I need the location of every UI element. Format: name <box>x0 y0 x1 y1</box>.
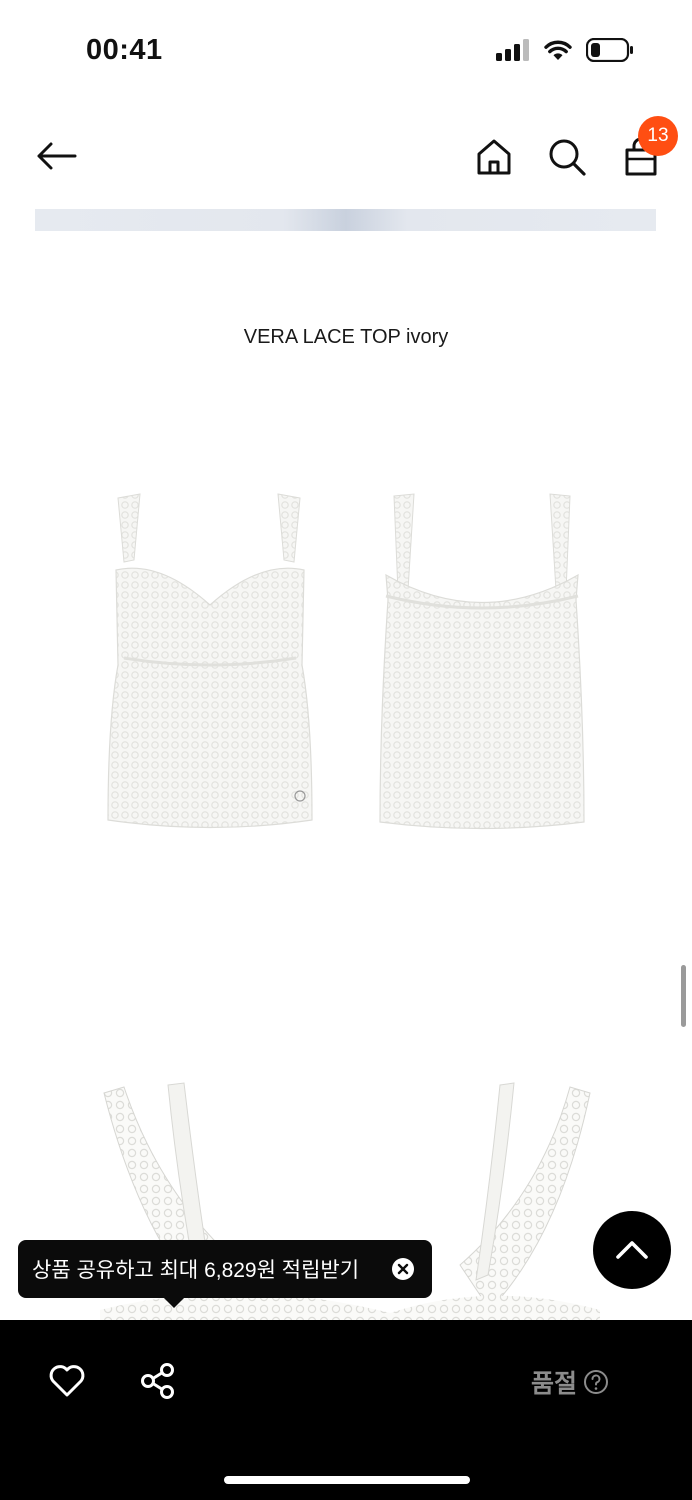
cart-count-badge: 13 <box>638 116 678 156</box>
close-icon <box>397 1263 409 1275</box>
arrow-left-icon <box>37 142 77 170</box>
home-indicator[interactable] <box>224 1476 470 1484</box>
status-time: 00:41 <box>86 34 163 66</box>
battery-icon <box>586 38 633 62</box>
scroll-to-top-button[interactable] <box>593 1211 671 1289</box>
home-icon <box>477 139 511 175</box>
sold-out-status: 품절 <box>531 1364 609 1400</box>
share-button[interactable] <box>138 1361 178 1401</box>
top-nav <box>0 110 692 205</box>
help-icon[interactable] <box>583 1369 609 1395</box>
scroll-indicator[interactable] <box>681 965 686 1027</box>
search-button[interactable] <box>546 136 588 178</box>
share-reward-tooltip: 상품 공유하고 최대 6,829원 적립받기 <box>18 1240 432 1308</box>
share-reward-text: 상품 공유하고 최대 6,829원 적립받기 <box>32 1259 360 1282</box>
status-bar: 00:41 <box>0 0 692 100</box>
bottom-action-bar <box>0 1320 692 1500</box>
heart-icon <box>49 1365 85 1397</box>
home-button[interactable] <box>474 137 514 177</box>
chevron-up-icon <box>616 1241 648 1259</box>
tooltip-pointer <box>164 1298 184 1308</box>
product-image-front <box>107 493 313 829</box>
previous-image-edge <box>35 209 656 231</box>
sold-out-label: 품절 <box>531 1370 578 1398</box>
wishlist-button[interactable] <box>46 1362 88 1400</box>
tooltip-close-button[interactable] <box>392 1258 414 1280</box>
status-icons <box>496 38 634 62</box>
product-image-back <box>379 493 585 830</box>
back-button[interactable] <box>34 140 78 172</box>
product-title: VERA LACE TOP ivory <box>243 326 449 348</box>
search-icon <box>549 139 586 176</box>
share-icon <box>141 1363 174 1399</box>
cellular-signal-icon <box>496 39 529 61</box>
wifi-icon <box>544 40 572 60</box>
